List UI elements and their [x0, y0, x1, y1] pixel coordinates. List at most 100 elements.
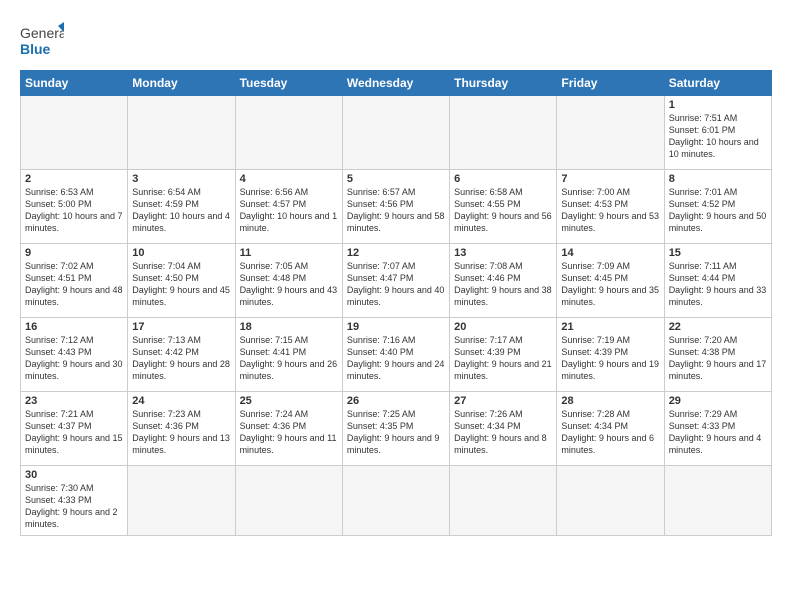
day-info: Sunrise: 6:58 AM Sunset: 4:55 PM Dayligh… — [454, 186, 552, 235]
day-number: 21 — [561, 321, 659, 333]
day-info: Sunrise: 7:05 AM Sunset: 4:48 PM Dayligh… — [240, 260, 338, 309]
day-cell — [128, 96, 235, 170]
day-info: Sunrise: 7:19 AM Sunset: 4:39 PM Dayligh… — [561, 334, 659, 383]
weekday-wednesday: Wednesday — [342, 71, 449, 96]
day-cell: 27Sunrise: 7:26 AM Sunset: 4:34 PM Dayli… — [450, 392, 557, 466]
day-info: Sunrise: 7:13 AM Sunset: 4:42 PM Dayligh… — [132, 334, 230, 383]
day-number: 27 — [454, 395, 552, 407]
day-cell: 22Sunrise: 7:20 AM Sunset: 4:38 PM Dayli… — [664, 318, 771, 392]
day-number: 26 — [347, 395, 445, 407]
logo: General Blue — [20, 20, 64, 64]
day-info: Sunrise: 7:01 AM Sunset: 4:52 PM Dayligh… — [669, 186, 767, 235]
day-cell: 18Sunrise: 7:15 AM Sunset: 4:41 PM Dayli… — [235, 318, 342, 392]
day-number: 29 — [669, 395, 767, 407]
day-number: 6 — [454, 173, 552, 185]
day-number: 20 — [454, 321, 552, 333]
day-cell: 2Sunrise: 6:53 AM Sunset: 5:00 PM Daylig… — [21, 170, 128, 244]
day-cell — [128, 466, 235, 536]
day-number: 10 — [132, 247, 230, 259]
day-info: Sunrise: 7:23 AM Sunset: 4:36 PM Dayligh… — [132, 408, 230, 457]
week-row-1: 1Sunrise: 7:51 AM Sunset: 6:01 PM Daylig… — [21, 96, 772, 170]
day-cell — [557, 96, 664, 170]
day-number: 22 — [669, 321, 767, 333]
day-number: 30 — [25, 469, 123, 481]
day-info: Sunrise: 6:56 AM Sunset: 4:57 PM Dayligh… — [240, 186, 338, 235]
day-number: 7 — [561, 173, 659, 185]
day-info: Sunrise: 7:07 AM Sunset: 4:47 PM Dayligh… — [347, 260, 445, 309]
day-info: Sunrise: 7:25 AM Sunset: 4:35 PM Dayligh… — [347, 408, 445, 457]
header: General Blue — [20, 16, 772, 64]
week-row-4: 16Sunrise: 7:12 AM Sunset: 4:43 PM Dayli… — [21, 318, 772, 392]
day-number: 12 — [347, 247, 445, 259]
week-row-6: 30Sunrise: 7:30 AM Sunset: 4:33 PM Dayli… — [21, 466, 772, 536]
day-number: 23 — [25, 395, 123, 407]
day-number: 4 — [240, 173, 338, 185]
day-cell: 6Sunrise: 6:58 AM Sunset: 4:55 PM Daylig… — [450, 170, 557, 244]
day-cell: 26Sunrise: 7:25 AM Sunset: 4:35 PM Dayli… — [342, 392, 449, 466]
day-cell — [664, 466, 771, 536]
day-cell: 1Sunrise: 7:51 AM Sunset: 6:01 PM Daylig… — [664, 96, 771, 170]
day-number: 17 — [132, 321, 230, 333]
day-cell: 30Sunrise: 7:30 AM Sunset: 4:33 PM Dayli… — [21, 466, 128, 536]
day-cell: 17Sunrise: 7:13 AM Sunset: 4:42 PM Dayli… — [128, 318, 235, 392]
weekday-friday: Friday — [557, 71, 664, 96]
logo-wordmark: General Blue — [20, 20, 64, 64]
day-cell: 12Sunrise: 7:07 AM Sunset: 4:47 PM Dayli… — [342, 244, 449, 318]
day-cell: 4Sunrise: 6:56 AM Sunset: 4:57 PM Daylig… — [235, 170, 342, 244]
day-info: Sunrise: 7:17 AM Sunset: 4:39 PM Dayligh… — [454, 334, 552, 383]
day-cell: 23Sunrise: 7:21 AM Sunset: 4:37 PM Dayli… — [21, 392, 128, 466]
day-info: Sunrise: 7:20 AM Sunset: 4:38 PM Dayligh… — [669, 334, 767, 383]
day-cell: 24Sunrise: 7:23 AM Sunset: 4:36 PM Dayli… — [128, 392, 235, 466]
svg-text:Blue: Blue — [20, 41, 51, 57]
day-cell: 16Sunrise: 7:12 AM Sunset: 4:43 PM Dayli… — [21, 318, 128, 392]
day-info: Sunrise: 7:08 AM Sunset: 4:46 PM Dayligh… — [454, 260, 552, 309]
day-cell: 14Sunrise: 7:09 AM Sunset: 4:45 PM Dayli… — [557, 244, 664, 318]
day-cell: 28Sunrise: 7:28 AM Sunset: 4:34 PM Dayli… — [557, 392, 664, 466]
day-number: 8 — [669, 173, 767, 185]
day-cell: 10Sunrise: 7:04 AM Sunset: 4:50 PM Dayli… — [128, 244, 235, 318]
svg-text:General: General — [20, 25, 64, 41]
day-info: Sunrise: 7:29 AM Sunset: 4:33 PM Dayligh… — [669, 408, 767, 457]
day-cell: 19Sunrise: 7:16 AM Sunset: 4:40 PM Dayli… — [342, 318, 449, 392]
day-cell — [342, 96, 449, 170]
day-cell: 7Sunrise: 7:00 AM Sunset: 4:53 PM Daylig… — [557, 170, 664, 244]
day-cell: 15Sunrise: 7:11 AM Sunset: 4:44 PM Dayli… — [664, 244, 771, 318]
day-number: 14 — [561, 247, 659, 259]
day-info: Sunrise: 7:00 AM Sunset: 4:53 PM Dayligh… — [561, 186, 659, 235]
day-number: 19 — [347, 321, 445, 333]
day-cell — [21, 96, 128, 170]
weekday-header-row: SundayMondayTuesdayWednesdayThursdayFrid… — [21, 71, 772, 96]
day-info: Sunrise: 7:16 AM Sunset: 4:40 PM Dayligh… — [347, 334, 445, 383]
day-cell: 8Sunrise: 7:01 AM Sunset: 4:52 PM Daylig… — [664, 170, 771, 244]
day-number: 13 — [454, 247, 552, 259]
day-number: 2 — [25, 173, 123, 185]
day-info: Sunrise: 7:02 AM Sunset: 4:51 PM Dayligh… — [25, 260, 123, 309]
day-info: Sunrise: 6:53 AM Sunset: 5:00 PM Dayligh… — [25, 186, 123, 235]
day-number: 3 — [132, 173, 230, 185]
day-cell — [235, 96, 342, 170]
day-cell: 21Sunrise: 7:19 AM Sunset: 4:39 PM Dayli… — [557, 318, 664, 392]
day-cell: 13Sunrise: 7:08 AM Sunset: 4:46 PM Dayli… — [450, 244, 557, 318]
day-info: Sunrise: 7:15 AM Sunset: 4:41 PM Dayligh… — [240, 334, 338, 383]
day-cell — [235, 466, 342, 536]
day-info: Sunrise: 7:24 AM Sunset: 4:36 PM Dayligh… — [240, 408, 338, 457]
day-info: Sunrise: 6:57 AM Sunset: 4:56 PM Dayligh… — [347, 186, 445, 235]
day-cell — [450, 466, 557, 536]
day-cell: 25Sunrise: 7:24 AM Sunset: 4:36 PM Dayli… — [235, 392, 342, 466]
day-number: 9 — [25, 247, 123, 259]
day-number: 5 — [347, 173, 445, 185]
day-cell — [342, 466, 449, 536]
day-cell: 5Sunrise: 6:57 AM Sunset: 4:56 PM Daylig… — [342, 170, 449, 244]
day-cell: 3Sunrise: 6:54 AM Sunset: 4:59 PM Daylig… — [128, 170, 235, 244]
day-info: Sunrise: 7:51 AM Sunset: 6:01 PM Dayligh… — [669, 112, 767, 161]
day-info: Sunrise: 7:12 AM Sunset: 4:43 PM Dayligh… — [25, 334, 123, 383]
weekday-sunday: Sunday — [21, 71, 128, 96]
page: General Blue SundayMondayTuesdayWednesda… — [0, 0, 792, 546]
week-row-3: 9Sunrise: 7:02 AM Sunset: 4:51 PM Daylig… — [21, 244, 772, 318]
day-number: 1 — [669, 99, 767, 111]
weekday-saturday: Saturday — [664, 71, 771, 96]
day-number: 24 — [132, 395, 230, 407]
day-info: Sunrise: 7:09 AM Sunset: 4:45 PM Dayligh… — [561, 260, 659, 309]
day-info: Sunrise: 7:26 AM Sunset: 4:34 PM Dayligh… — [454, 408, 552, 457]
day-cell: 11Sunrise: 7:05 AM Sunset: 4:48 PM Dayli… — [235, 244, 342, 318]
